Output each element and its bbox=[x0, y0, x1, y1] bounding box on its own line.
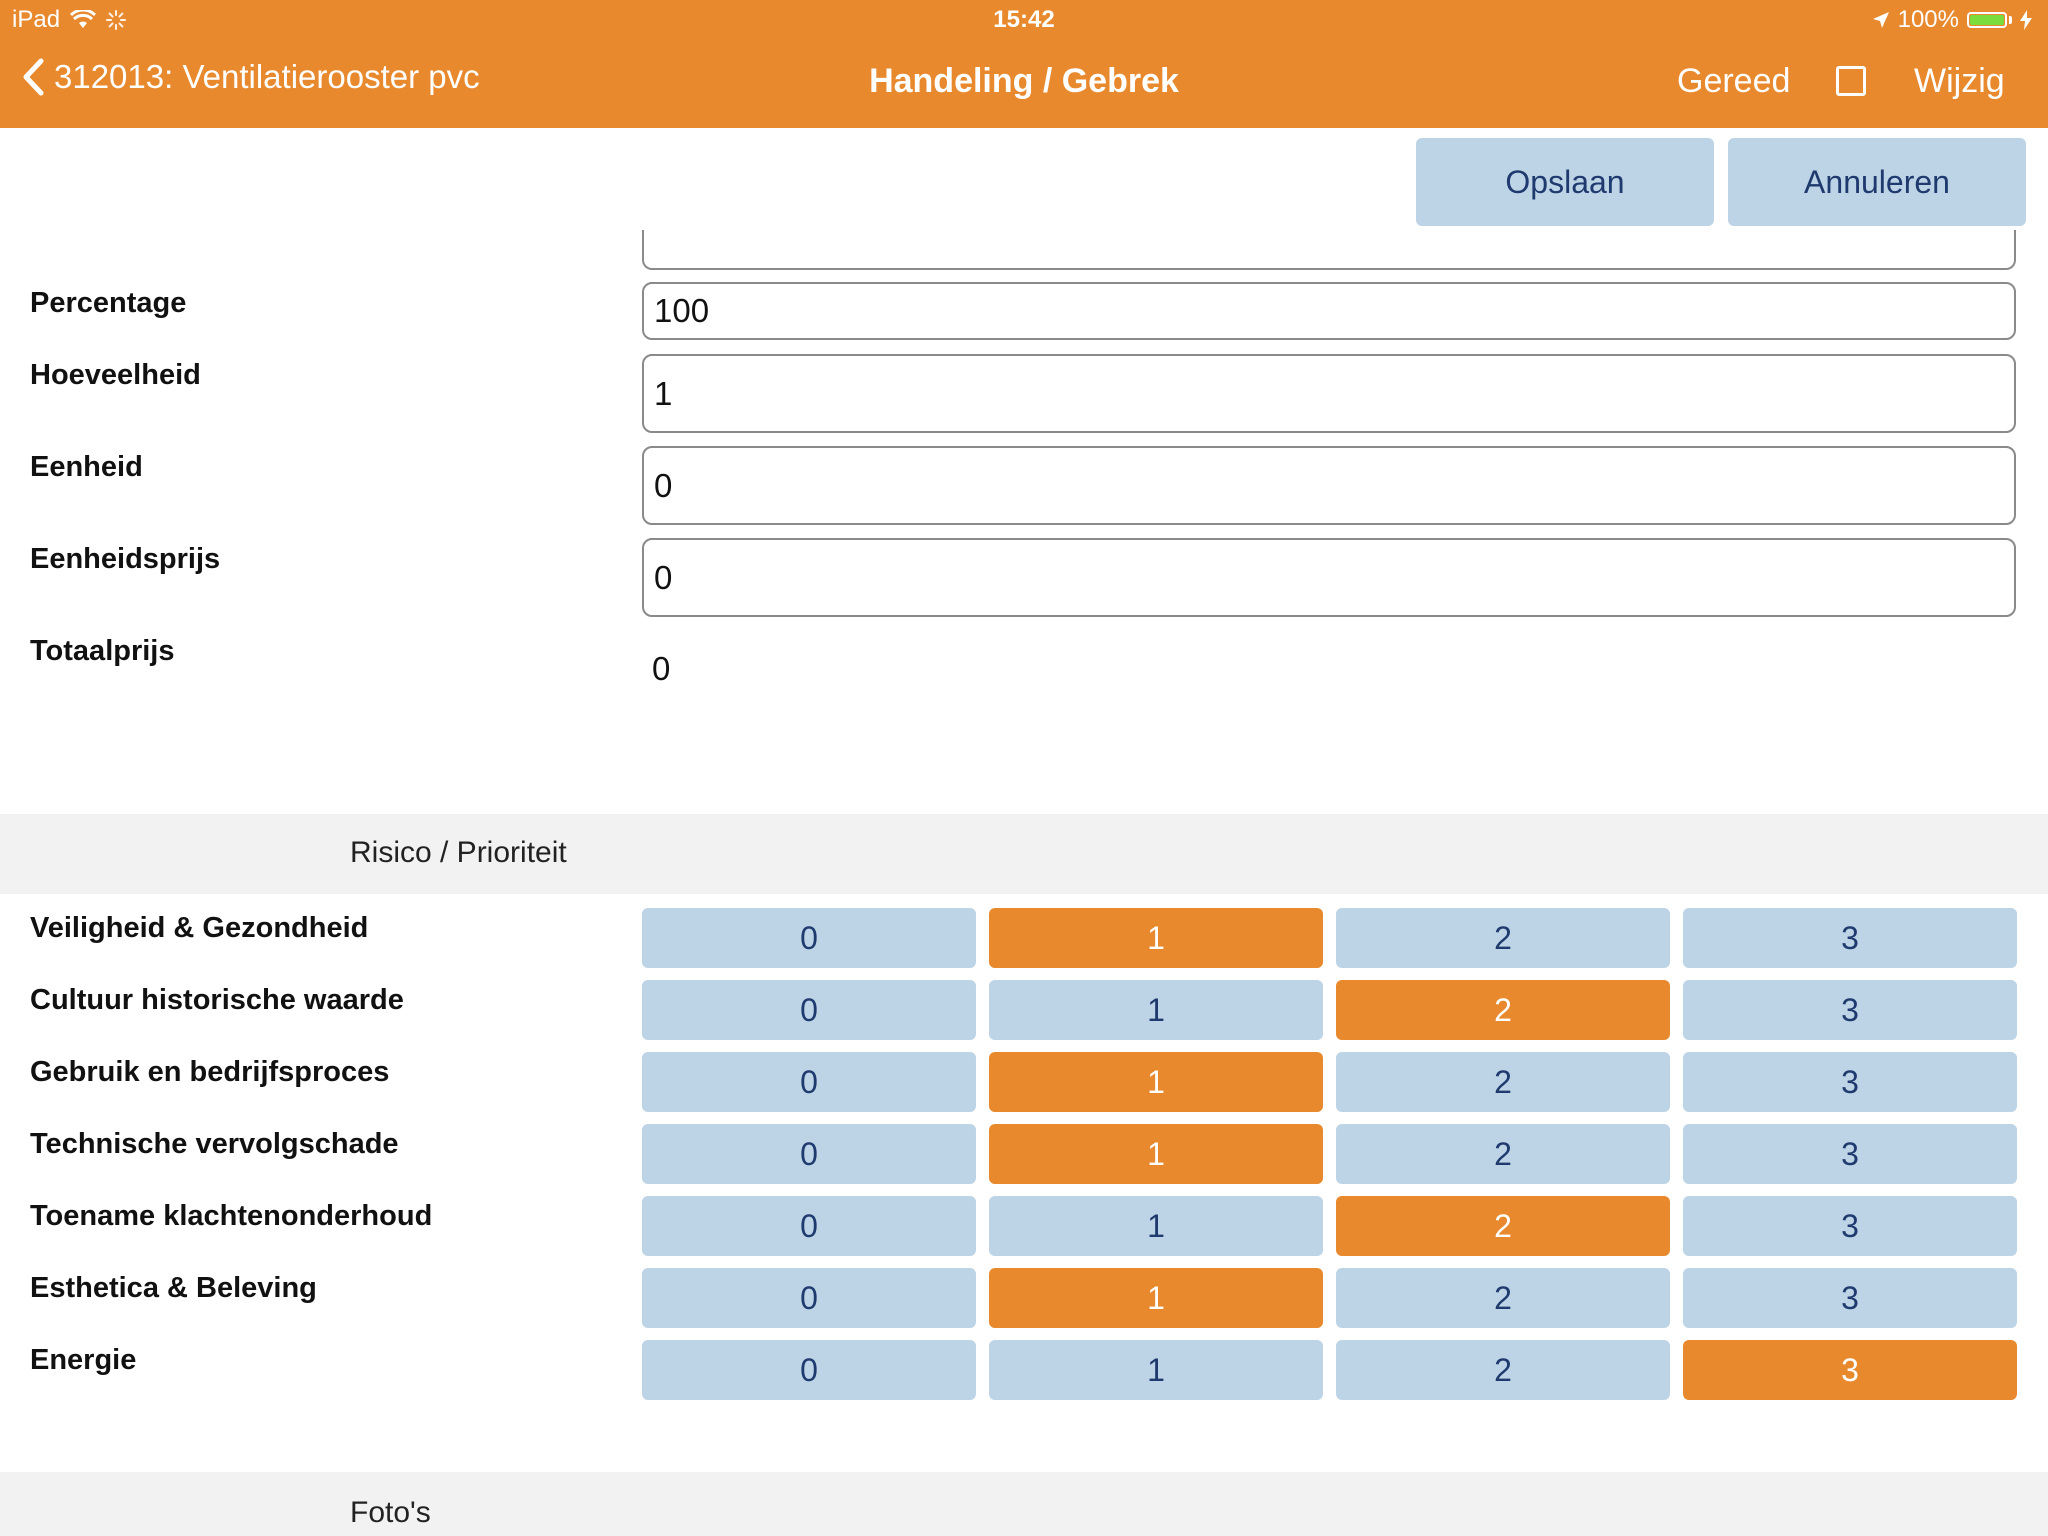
risk-option-button[interactable]: 1 bbox=[989, 1268, 1323, 1328]
risk-option-button[interactable]: 2 bbox=[1336, 1340, 1670, 1400]
chevron-left-icon bbox=[23, 58, 44, 96]
total-price-value: 0 bbox=[652, 650, 671, 687]
photos-section-title: Foto's bbox=[350, 1496, 431, 1529]
total-price-label: Totaalprijs bbox=[30, 635, 175, 667]
risk-option-button[interactable]: 0 bbox=[642, 1340, 976, 1400]
risk-option-button[interactable]: 0 bbox=[642, 1124, 976, 1184]
quantity-label: Hoeveelheid bbox=[30, 359, 201, 391]
risk-option-button[interactable]: 3 bbox=[1683, 1268, 2017, 1328]
risk-section-title: Risico / Prioriteit bbox=[350, 836, 567, 869]
location-arrow-icon bbox=[1872, 12, 1889, 28]
unit-input[interactable] bbox=[642, 446, 2016, 525]
charging-bolt-icon bbox=[2020, 10, 2032, 30]
percentage-input[interactable] bbox=[642, 282, 2016, 340]
risk-option-button[interactable]: 0 bbox=[642, 1196, 976, 1256]
risk-option-button[interactable]: 2 bbox=[1336, 1196, 1670, 1256]
risk-option-button[interactable]: 1 bbox=[989, 1052, 1323, 1112]
risk-option-button[interactable]: 0 bbox=[642, 980, 976, 1040]
risk-option-button[interactable]: 1 bbox=[989, 1340, 1323, 1400]
risk-option-button[interactable]: 3 bbox=[1683, 908, 2017, 968]
battery-percentage: 100% bbox=[1897, 6, 1959, 33]
risk-option-button[interactable]: 3 bbox=[1683, 1340, 2017, 1400]
risk-option-button[interactable]: 2 bbox=[1336, 980, 1670, 1040]
unit-price-input[interactable] bbox=[642, 538, 2016, 617]
risk-option-button[interactable]: 1 bbox=[989, 980, 1323, 1040]
risk-option-button[interactable]: 1 bbox=[989, 1124, 1323, 1184]
risk-row-label: Esthetica & Beleving bbox=[30, 1272, 317, 1304]
cancel-button[interactable]: Annuleren bbox=[1728, 138, 2026, 226]
risk-option-button[interactable]: 1 bbox=[989, 908, 1323, 968]
risk-option-button[interactable]: 0 bbox=[642, 1052, 976, 1112]
status-bar-right: 100% bbox=[1872, 6, 2032, 34]
back-button-label: 312013: Ventilatierooster pvc bbox=[54, 58, 480, 95]
status-time: 15:42 bbox=[993, 6, 1055, 33]
risk-option-button[interactable]: 2 bbox=[1336, 1124, 1670, 1184]
risk-row-label: Gebruik en bedrijfsproces bbox=[30, 1056, 390, 1088]
unit-label: Eenheid bbox=[30, 451, 143, 483]
risk-option-button[interactable]: 1 bbox=[989, 1196, 1323, 1256]
risk-row-label: Veiligheid & Gezondheid bbox=[30, 912, 369, 944]
risk-option-button[interactable]: 3 bbox=[1683, 1196, 2017, 1256]
photos-section-header: Foto's bbox=[0, 1472, 2048, 1536]
quantity-input[interactable] bbox=[642, 354, 2016, 433]
risk-option-button[interactable]: 0 bbox=[642, 1268, 976, 1328]
done-button[interactable]: Gereed bbox=[1677, 62, 1790, 101]
battery-icon bbox=[1967, 12, 2007, 28]
risk-option-button[interactable]: 3 bbox=[1683, 1052, 2017, 1112]
risk-option-button[interactable]: 3 bbox=[1683, 980, 2017, 1040]
back-button[interactable]: 312013: Ventilatierooster pvc bbox=[22, 58, 480, 96]
risk-row-label: Energie bbox=[30, 1344, 137, 1376]
battery-fill bbox=[1970, 15, 2004, 25]
save-button[interactable]: Opslaan bbox=[1416, 138, 1714, 226]
select-checkbox[interactable] bbox=[1836, 66, 1866, 96]
risk-option-button[interactable]: 2 bbox=[1336, 1268, 1670, 1328]
app-header: iPad 15:42 100% 312013: Ventilatierooste… bbox=[0, 0, 2048, 128]
edit-button[interactable]: Wijzig bbox=[1914, 62, 2005, 101]
percentage-label: Percentage bbox=[30, 287, 187, 319]
battery-nub bbox=[2009, 16, 2012, 24]
risk-option-button[interactable]: 0 bbox=[642, 908, 976, 968]
scrolled-input-field[interactable] bbox=[642, 230, 2016, 270]
risk-option-button[interactable]: 2 bbox=[1336, 1052, 1670, 1112]
risk-row-label: Cultuur historische waarde bbox=[30, 984, 404, 1016]
risk-option-button[interactable]: 3 bbox=[1683, 1124, 2017, 1184]
risk-row-label: Toename klachtenonderhoud bbox=[30, 1200, 433, 1232]
risk-option-button[interactable]: 2 bbox=[1336, 908, 1670, 968]
unit-price-label: Eenheidsprijs bbox=[30, 543, 221, 575]
risk-section-header: Risico / Prioriteit bbox=[0, 814, 2048, 894]
risk-row-label: Technische vervolgschade bbox=[30, 1128, 399, 1160]
